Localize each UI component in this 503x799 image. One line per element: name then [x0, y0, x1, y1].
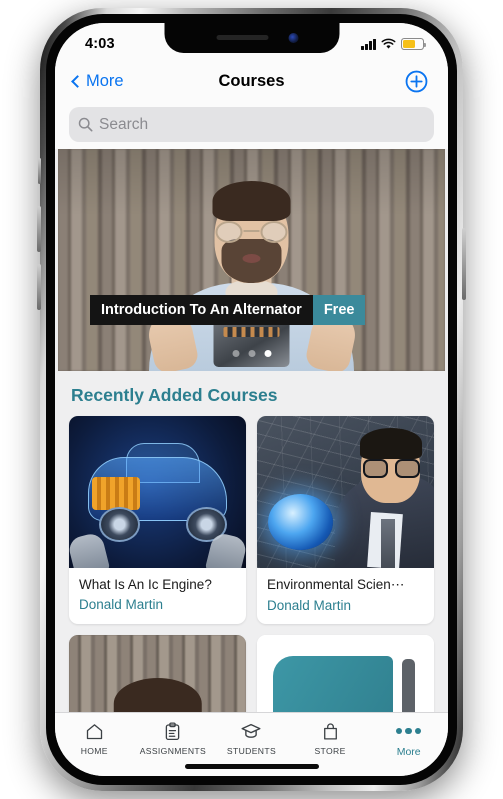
clipboard-icon — [162, 720, 183, 742]
content-scroll-area[interactable]: Introduction To An Alternator Free Recen… — [55, 149, 448, 712]
earpiece-speaker — [216, 35, 268, 40]
volume-up-button[interactable] — [37, 206, 41, 252]
silent-switch[interactable] — [38, 158, 41, 184]
device-notch — [164, 23, 339, 53]
cellular-signal-icon — [361, 38, 376, 50]
course-author: Donald Martin — [267, 598, 352, 613]
search-icon — [78, 117, 93, 132]
chevron-left-icon — [71, 74, 84, 88]
course-grid-row: What Is An Ic Engine? Donald Martin Envi… — [55, 416, 448, 635]
search-input[interactable]: Search — [69, 107, 434, 142]
tab-store[interactable]: STORE — [291, 720, 370, 756]
course-thumbnail-xray-car — [69, 416, 246, 568]
carousel-dot-1[interactable] — [232, 350, 239, 357]
course-card[interactable] — [257, 635, 434, 712]
back-button-label: More — [86, 71, 124, 90]
course-grid-row — [55, 635, 448, 712]
course-meta: What Is An Ic Engine? Donald Martin — [69, 568, 246, 623]
section-title: Recently Added Courses — [71, 385, 278, 405]
power-button[interactable] — [462, 228, 466, 300]
status-icons — [361, 38, 427, 50]
tab-students-label: STUDENTS — [226, 746, 277, 756]
course-thumbnail-library — [69, 635, 246, 712]
tab-assignments[interactable]: ASSIGNMENTS — [134, 720, 213, 756]
tab-store-label: STORE — [314, 746, 346, 756]
status-time: 4:03 — [85, 36, 115, 52]
shopping-bag-icon — [320, 720, 341, 742]
volume-down-button[interactable] — [37, 264, 41, 310]
course-card[interactable]: Environmental Scien⋯ Donald Martin — [257, 416, 434, 624]
tab-more-label: More — [396, 746, 421, 758]
carousel-page-dots[interactable] — [232, 350, 271, 357]
hero-title: Introduction To An Alternator — [90, 295, 313, 325]
hero-person-photo — [144, 181, 359, 371]
hero-caption: Introduction To An Alternator Free — [90, 295, 366, 325]
hero-mechanical-part — [213, 319, 290, 367]
navigation-bar: More Courses — [55, 59, 448, 103]
carousel-dot-3[interactable] — [264, 350, 271, 357]
course-meta: Environmental Scien⋯ Donald Martin — [257, 568, 434, 624]
tab-students[interactable]: STUDENTS — [212, 720, 291, 756]
home-icon — [84, 720, 105, 742]
search-placeholder: Search — [99, 115, 149, 133]
course-thumbnail-teal-graphic — [257, 635, 434, 712]
graduation-cap-icon — [240, 720, 262, 742]
course-title: What Is An Ic Engine? — [79, 577, 212, 592]
back-button[interactable]: More — [71, 71, 124, 91]
ellipsis-icon — [395, 720, 422, 742]
battery-low-power-icon — [401, 38, 427, 50]
search-bar-container: Search — [55, 103, 448, 149]
carousel-dot-2[interactable] — [248, 350, 255, 357]
tab-assignments-label: ASSIGNMENTS — [139, 746, 207, 756]
tab-home-label: HOME — [80, 746, 108, 756]
course-card[interactable] — [69, 635, 246, 712]
hero-person-glasses — [215, 221, 288, 243]
tab-more[interactable]: More — [369, 720, 448, 758]
hero-banner-card[interactable]: Introduction To An Alternator Free — [58, 149, 445, 371]
home-indicator[interactable] — [184, 764, 319, 769]
course-thumbnail-chalkboard — [257, 416, 434, 568]
plus-circle-icon[interactable] — [405, 70, 428, 93]
course-card[interactable]: What Is An Ic Engine? Donald Martin — [69, 416, 246, 624]
phone-screen: 4:03 More Courses Search Introduction To… — [55, 23, 448, 776]
wifi-icon — [381, 38, 396, 49]
front-camera-icon — [288, 33, 298, 43]
course-author: Donald Martin — [79, 597, 164, 612]
course-title: Environmental Scien⋯ — [267, 577, 405, 592]
hero-price-badge: Free — [312, 295, 366, 325]
tab-home[interactable]: HOME — [55, 720, 134, 756]
